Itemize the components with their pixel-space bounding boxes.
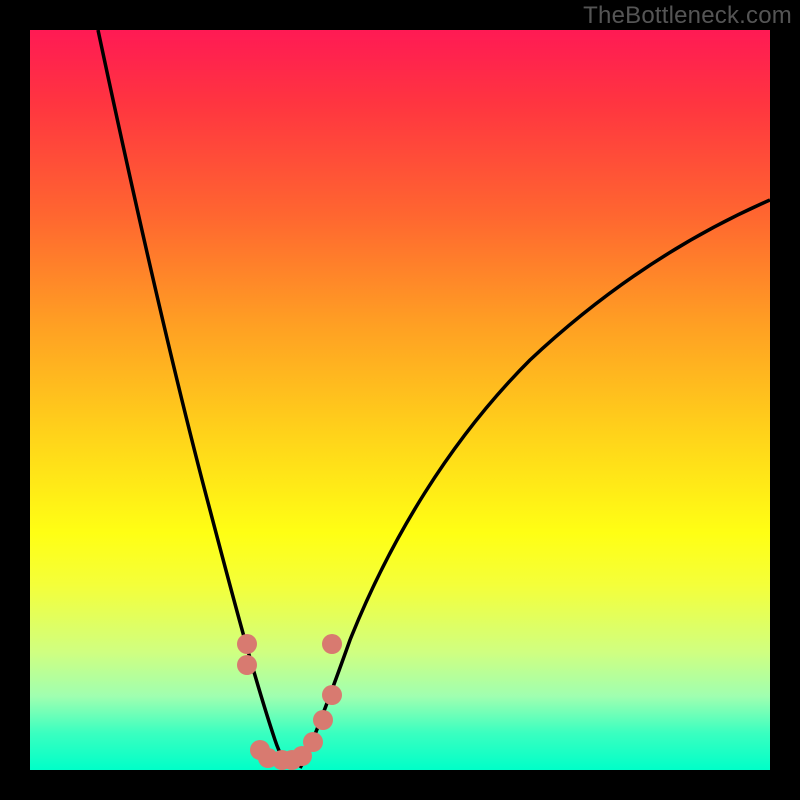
- watermark-text: TheBottleneck.com: [583, 2, 792, 30]
- sweet-spot-markers: [237, 634, 342, 770]
- chart-container: TheBottleneck.com: [0, 0, 800, 800]
- v-curve-left: [98, 30, 290, 768]
- curve-layer: [30, 30, 770, 770]
- v-curve-right: [300, 200, 770, 768]
- plot-area: [30, 30, 770, 770]
